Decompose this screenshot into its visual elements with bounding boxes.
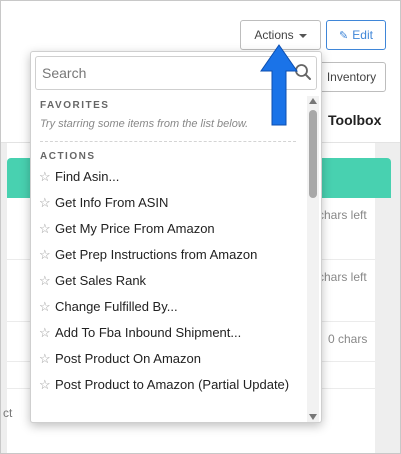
star-outline-icon[interactable]: ☆ (39, 298, 51, 316)
menu-item-change-fulfilled-by[interactable]: ☆ Change Fulfilled By... (39, 298, 301, 316)
menu-item-post-product-partial[interactable]: ☆ Post Product to Amazon (Partial Update) (39, 376, 301, 394)
app-window: Actions ✎ Edit Inventory Toolbox chars le… (0, 0, 401, 454)
scroll-down-arrow-icon[interactable] (309, 414, 317, 420)
menu-item-label: Post Product to Amazon (Partial Update) (55, 377, 290, 392)
menu-item-get-sales-rank[interactable]: ☆ Get Sales Rank (39, 272, 301, 290)
caret-down-icon (298, 33, 307, 38)
menu-item-post-product[interactable]: ☆ Post Product On Amazon (39, 350, 301, 368)
menu-item-get-info-from-asin[interactable]: ☆ Get Info From ASIN (39, 194, 301, 212)
char-count-hint: chars left (318, 270, 367, 284)
tab-toolbox[interactable]: Toolbox (328, 112, 381, 128)
menu-item-find-asin[interactable]: ☆ Find Asin... (39, 168, 301, 186)
menu-item-get-prep-instructions[interactable]: ☆ Get Prep Instructions from Amazon (39, 246, 301, 264)
favorites-empty-text: Try starring some items from the list be… (40, 118, 249, 130)
truncated-text: ct (3, 406, 13, 420)
menu-item-get-my-price[interactable]: ☆ Get My Price From Amazon (39, 220, 301, 238)
dropdown-scrollbar[interactable] (307, 96, 319, 422)
char-count-hint: 0 chars (328, 332, 368, 346)
scroll-up-arrow-icon[interactable] (309, 98, 317, 104)
edit-button[interactable]: ✎ Edit (326, 20, 386, 50)
star-outline-icon[interactable]: ☆ (39, 246, 51, 264)
dropdown-list: FAVORITES Try starring some items from t… (31, 96, 303, 422)
menu-item-label: Change Fulfilled By... (55, 299, 178, 314)
star-outline-icon[interactable]: ☆ (39, 376, 51, 394)
actions-heading: ACTIONS (40, 151, 96, 162)
search-input[interactable] (36, 57, 286, 89)
menu-item-label: Get Info From ASIN (55, 195, 169, 210)
inventory-button-label: Inventory (326, 70, 377, 84)
star-outline-icon[interactable]: ☆ (39, 168, 51, 186)
section-divider (40, 141, 296, 142)
menu-item-label: Get My Price From Amazon (55, 221, 215, 236)
star-outline-icon[interactable]: ☆ (39, 220, 51, 238)
arrow-up-icon (260, 44, 298, 126)
pencil-icon: ✎ (339, 30, 349, 42)
edit-button-label: Edit (352, 28, 373, 42)
menu-item-add-to-fba-inbound[interactable]: ☆ Add To Fba Inbound Shipment... (39, 324, 301, 342)
star-outline-icon[interactable]: ☆ (39, 324, 51, 342)
actions-button-label: Actions (254, 28, 294, 42)
menu-item-label: Add To Fba Inbound Shipment... (55, 325, 242, 340)
star-outline-icon[interactable]: ☆ (39, 194, 51, 212)
scrollbar-thumb[interactable] (309, 110, 317, 198)
menu-item-label: Find Asin... (55, 169, 120, 184)
menu-item-label: Get Prep Instructions from Amazon (55, 247, 258, 262)
favorites-heading: FAVORITES (40, 100, 110, 111)
menu-item-label: Post Product On Amazon (55, 351, 201, 366)
menu-item-label: Get Sales Rank (55, 273, 147, 288)
inventory-button[interactable]: Inventory (313, 62, 386, 92)
star-outline-icon[interactable]: ☆ (39, 350, 51, 368)
char-count-hint: chars left (318, 208, 367, 222)
star-outline-icon[interactable]: ☆ (39, 272, 51, 290)
